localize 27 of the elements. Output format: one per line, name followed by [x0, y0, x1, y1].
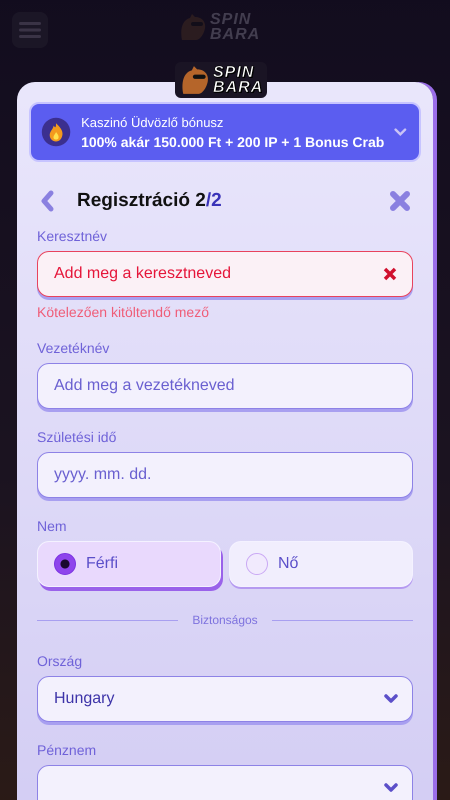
- input-field[interactable]: yyyy. mm. dd.: [37, 452, 413, 498]
- error-message: Kötelezően kitöltendő mező: [37, 304, 210, 320]
- input-field[interactable]: Add meg a keresztneved: [37, 251, 413, 297]
- error-icon: [383, 267, 397, 281]
- back-icon: [39, 190, 55, 212]
- input-field[interactable]: Add meg a vezetékneved: [37, 363, 413, 409]
- chevron-icon: [384, 694, 398, 704]
- field-label: Ország: [37, 653, 84, 669]
- divider-label: Biztonságos: [192, 613, 258, 627]
- menu-button[interactable]: [12, 12, 48, 48]
- field-label: Vezetéknév: [37, 340, 110, 356]
- bonus-description: 100% akár 150.000 Ft + 200 IP + 1 Bonus Crab: [81, 134, 384, 150]
- menu-icon: [19, 22, 41, 38]
- field-label: Keresztnév: [37, 228, 108, 244]
- field-label: Nem: [37, 518, 68, 534]
- chevron-icon: [384, 783, 398, 793]
- close-icon: [389, 190, 411, 212]
- select-field[interactable]: Hungary: [37, 676, 413, 722]
- select-field[interactable]: [37, 765, 413, 800]
- field-label: Születési idő: [37, 429, 118, 445]
- field-label: Pénznem: [37, 742, 98, 758]
- bonus-banner[interactable]: Kaszinó Üdvözlő bónusz 100% akár 150.000 Ft + 200 IP + 1 Bonus Crab: [29, 102, 421, 162]
- radio-option[interactable]: Nő: [229, 541, 413, 587]
- close-button[interactable]: [387, 188, 413, 214]
- step-title: Regisztráció 2/2: [77, 190, 223, 212]
- bonus-title: Kaszinó Üdvözlő bónusz: [81, 114, 224, 130]
- logo-text: SPIN BARA: [213, 65, 264, 95]
